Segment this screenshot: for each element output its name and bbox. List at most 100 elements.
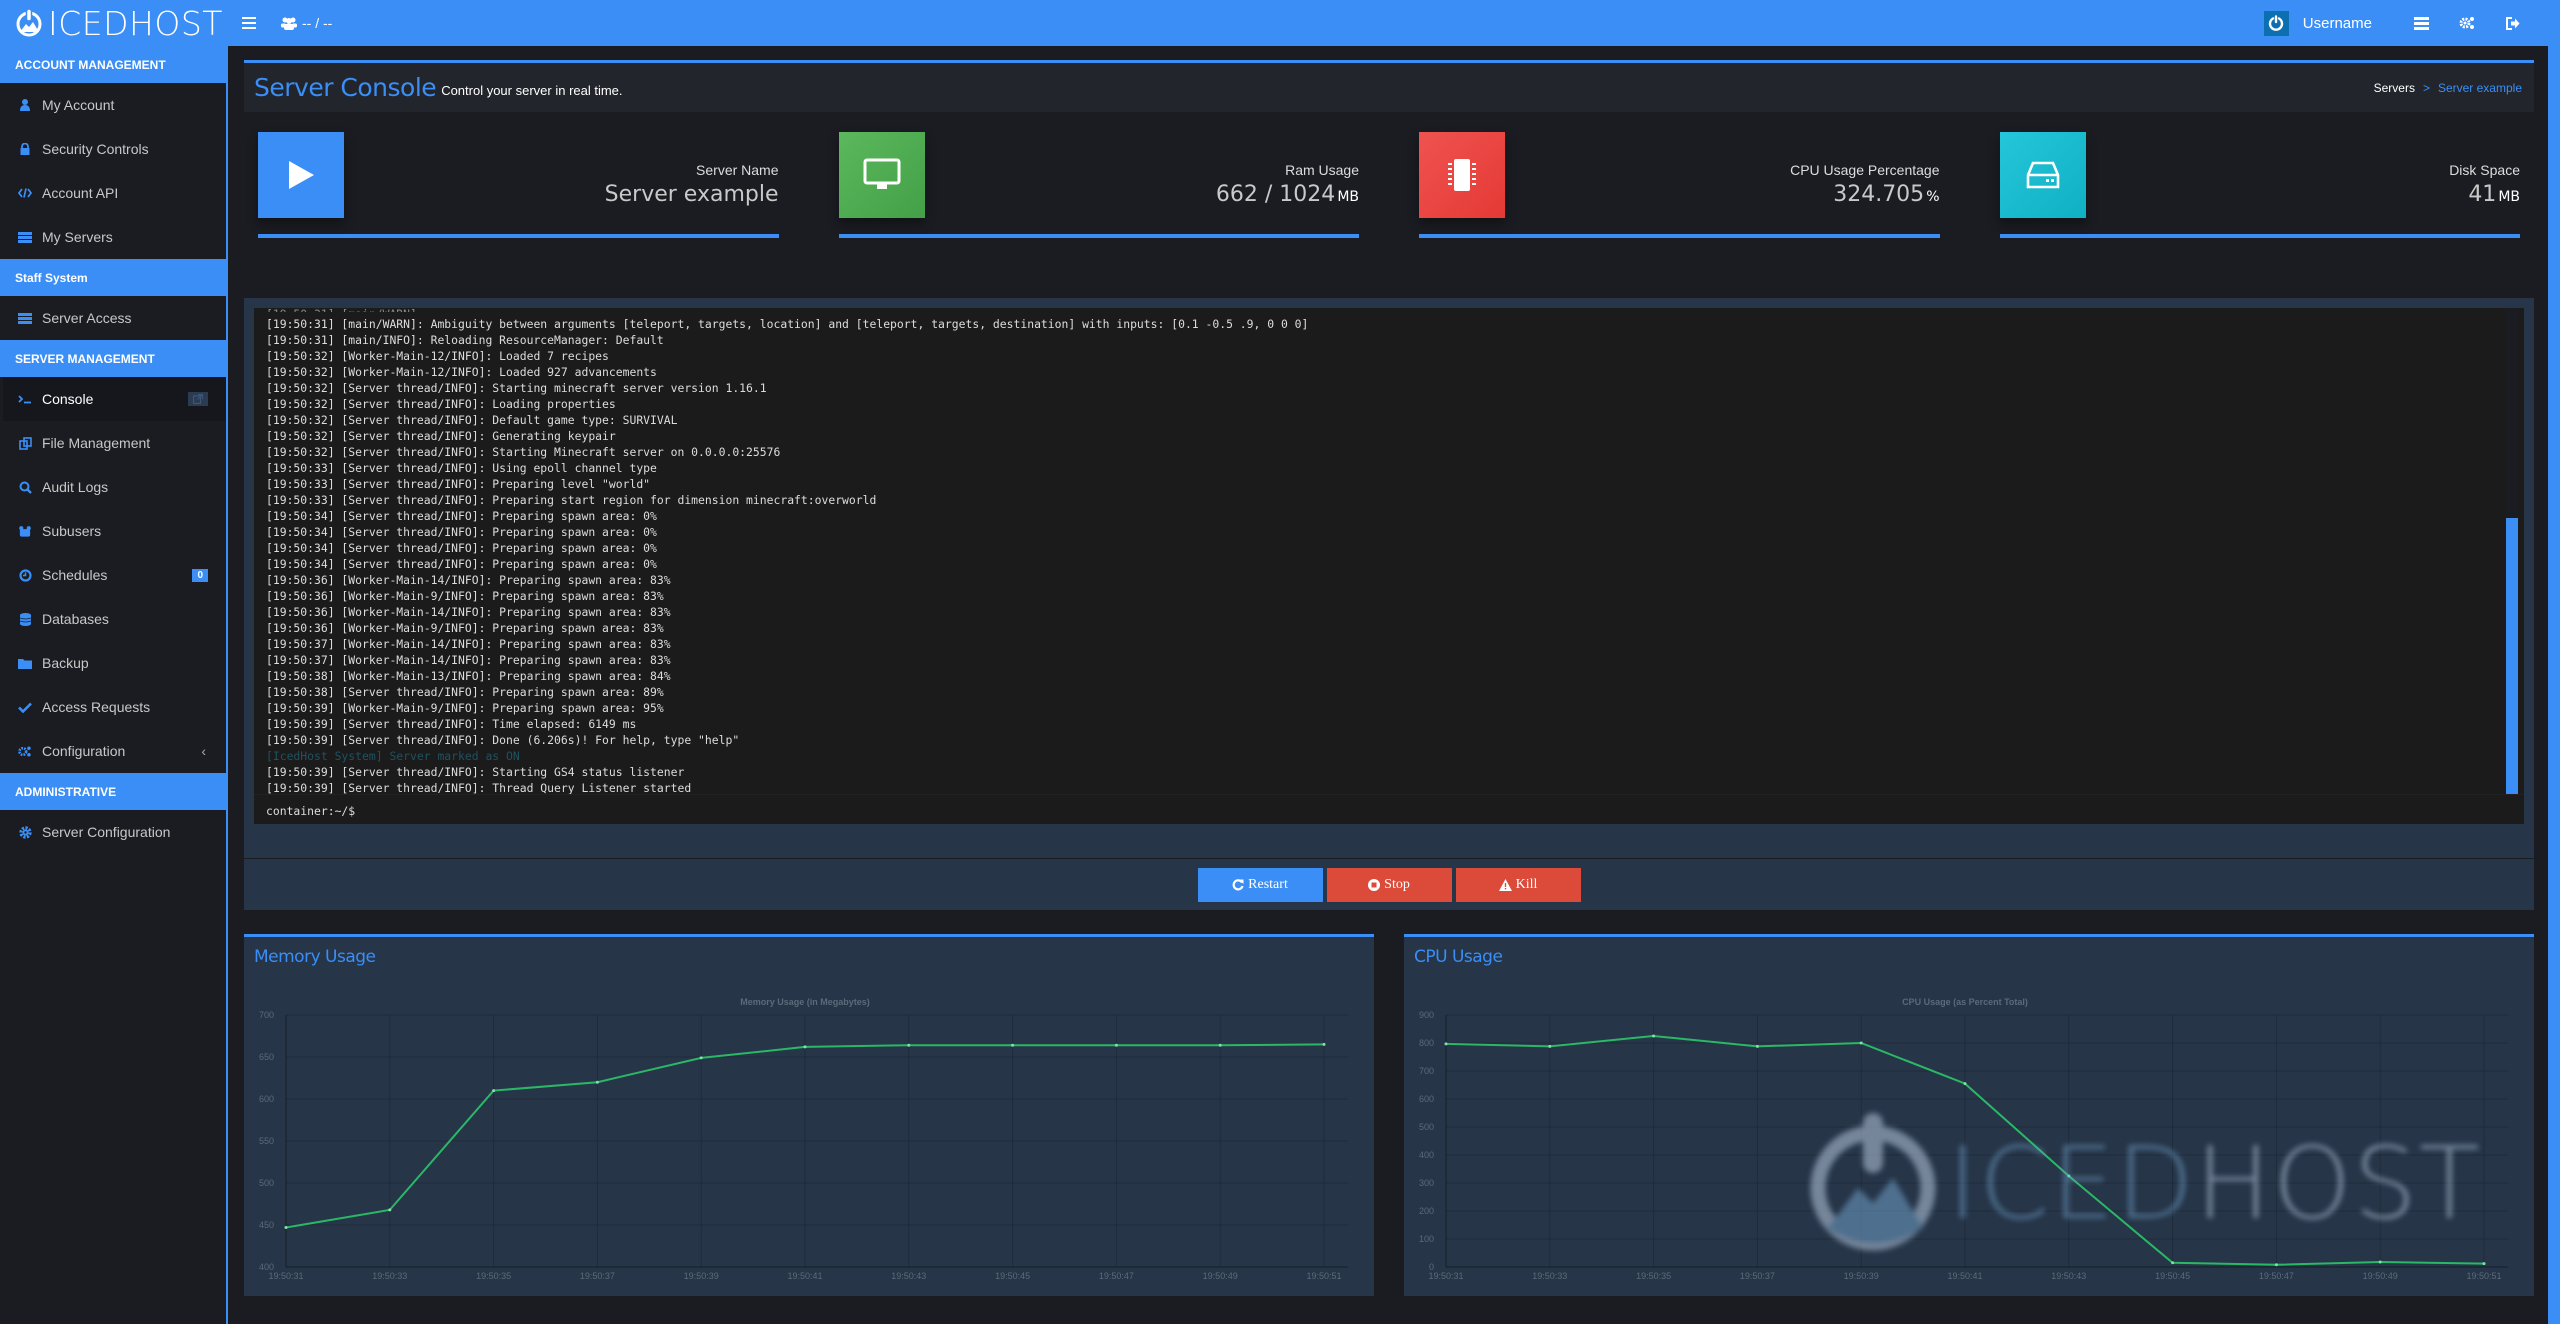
sidebar-item-my-servers[interactable]: My Servers	[0, 215, 226, 259]
sidebar-item-schedules[interactable]: Schedules 0	[0, 553, 226, 597]
console-scrollbar-thumb[interactable]	[2506, 518, 2518, 794]
folder-icon	[18, 656, 32, 670]
sign-out-icon[interactable]	[2504, 14, 2522, 32]
sidebar-item-my-account[interactable]: My Account	[0, 83, 226, 127]
data-point[interactable]	[284, 1226, 288, 1230]
page-subtitle: Control your server in real time.	[441, 83, 623, 98]
data-point[interactable]	[2067, 1174, 2071, 1178]
sidebar-item-audit-logs[interactable]: Audit Logs	[0, 465, 226, 509]
console-line: [19:50:36] [Worker-Main-9/INFO]: Prepari…	[266, 621, 664, 635]
console-line: [19:50:38] [Server thread/INFO]: Prepari…	[266, 685, 664, 699]
console-line: [19:50:32] [Server thread/INFO]: Startin…	[266, 381, 767, 395]
sidebar-item-access-requests[interactable]: Access Requests	[0, 685, 226, 729]
sidebar-item-security-controls[interactable]: Security Controls	[0, 127, 226, 171]
x-tick-label: 19:50:41	[787, 1271, 822, 1281]
data-point[interactable]	[1859, 1041, 1863, 1045]
memory-usage-panel: Memory Usage Memory Usage (in Megabytes)…	[244, 934, 1374, 1296]
power-icon	[2263, 10, 2289, 36]
y-tick-label: 450	[259, 1220, 274, 1230]
console-line: [19:50:33] [Server thread/INFO]: Using e…	[266, 461, 657, 475]
server-selector-label: -- / --	[302, 15, 333, 31]
cogs-icon[interactable]	[2458, 14, 2476, 32]
monitor-icon	[838, 132, 925, 218]
sidebar-item-label: Access Requests	[42, 699, 151, 715]
menu-toggle-icon[interactable]	[242, 17, 256, 29]
sidebar-item-server-access[interactable]: Server Access	[0, 296, 226, 340]
sidebar-item-subusers[interactable]: Subusers	[0, 509, 226, 553]
sidebar-item-label: Schedules	[42, 567, 108, 583]
stat-underline	[838, 234, 1359, 238]
sidebar-item-label: Server Access	[42, 310, 132, 326]
stop-button[interactable]: Stop	[1326, 867, 1452, 902]
sidebar-item-backup[interactable]: Backup	[0, 641, 226, 685]
restart-label: Restart	[1248, 876, 1288, 892]
kill-button[interactable]: Kill	[1455, 867, 1581, 902]
check-icon	[18, 700, 32, 714]
refresh-icon	[1232, 878, 1244, 890]
user-menu[interactable]: Username	[2263, 10, 2372, 36]
sidebar-item-label: Console	[42, 391, 94, 407]
data-point[interactable]	[595, 1080, 599, 1084]
y-tick-label: 100	[1419, 1234, 1434, 1244]
console-line-partial: [19:50:31] [main/WARN]	[266, 308, 2494, 312]
memory-usage-chart: Memory Usage (in Megabytes)4004505005506…	[259, 997, 1348, 1281]
stat-underline	[258, 234, 779, 238]
data-point[interactable]	[388, 1208, 392, 1212]
data-point[interactable]	[492, 1089, 496, 1093]
data-point[interactable]	[1963, 1082, 1967, 1086]
sidebar-item-label: Account API	[42, 185, 119, 201]
console-panel: [19:50:31] [main/WARN] [19:50:31] [main/…	[244, 298, 2534, 858]
sidebar-item-label: File Management	[42, 435, 151, 451]
sidebar-item-databases[interactable]: Databases	[0, 597, 226, 641]
x-tick-label: 19:50:35	[476, 1271, 511, 1281]
data-point[interactable]	[803, 1045, 807, 1049]
files-icon	[18, 436, 32, 450]
data-point[interactable]	[1755, 1044, 1759, 1048]
brand-logo[interactable]: ICEDHOST	[0, 0, 228, 46]
disk-space-value: 41	[2468, 182, 2497, 207]
stat-label: Disk Space	[2449, 162, 2520, 178]
x-tick-label: 19:50:41	[1947, 1271, 1982, 1281]
data-point[interactable]	[1444, 1042, 1448, 1046]
data-point[interactable]	[1011, 1043, 1015, 1047]
y-tick-label: 400	[1419, 1150, 1434, 1160]
data-point[interactable]	[2274, 1263, 2278, 1267]
data-point[interactable]	[1218, 1043, 1222, 1047]
chart-subtitle: CPU Usage (as Percent Total)	[1902, 997, 2028, 1007]
data-point[interactable]	[1652, 1034, 1656, 1038]
data-point[interactable]	[2378, 1260, 2382, 1264]
data-point[interactable]	[1114, 1043, 1118, 1047]
server-selector[interactable]: -- / --	[280, 15, 332, 31]
x-tick-label: 19:50:33	[1532, 1271, 1567, 1281]
sidebar-item-configuration[interactable]: Configuration ‹	[0, 729, 226, 773]
data-point[interactable]	[699, 1056, 703, 1060]
sidebar-item-file-management[interactable]: File Management	[0, 421, 226, 465]
restart-button[interactable]: Restart	[1197, 867, 1323, 902]
data-point[interactable]	[1548, 1044, 1552, 1048]
x-tick-label: 19:50:49	[2363, 1271, 2398, 1281]
chevron-left-icon[interactable]: ‹	[201, 743, 206, 759]
console-line: [19:50:37] [Worker-Main-14/INFO]: Prepar…	[266, 637, 671, 651]
hdd-icon	[1999, 132, 2086, 218]
username-label: Username	[2302, 14, 2372, 32]
x-tick-label: 19:50:51	[2466, 1271, 2501, 1281]
data-point[interactable]	[1322, 1042, 1326, 1046]
server-list-icon[interactable]	[2412, 14, 2430, 32]
data-point[interactable]	[907, 1043, 911, 1047]
console-command-input[interactable]: container:~/$	[254, 794, 2524, 824]
sidebar-header-account-management: ACCOUNT MANAGEMENT	[0, 46, 226, 83]
cogs-icon	[18, 744, 32, 758]
sidebar-item-account-api[interactable]: Account API	[0, 171, 226, 215]
stat-label: Ram Usage	[1285, 162, 1359, 178]
kill-label: Kill	[1515, 876, 1538, 892]
breadcrumb-servers-link[interactable]: Servers	[2374, 81, 2415, 95]
console-output[interactable]: [19:50:31] [main/WARN] [19:50:31] [main/…	[254, 308, 2524, 824]
data-point[interactable]	[2482, 1262, 2486, 1266]
sidebar-item-server-configuration[interactable]: Server Configuration	[0, 810, 226, 854]
stat-value: 324.705%	[1833, 182, 1939, 207]
sidebar-item-console[interactable]: Console	[3, 377, 226, 421]
y-tick-label: 550	[259, 1136, 274, 1146]
external-link-icon[interactable]	[188, 392, 208, 406]
console-line: [19:50:39] [Server thread/INFO]: Startin…	[266, 765, 685, 779]
data-point[interactable]	[2171, 1261, 2175, 1265]
